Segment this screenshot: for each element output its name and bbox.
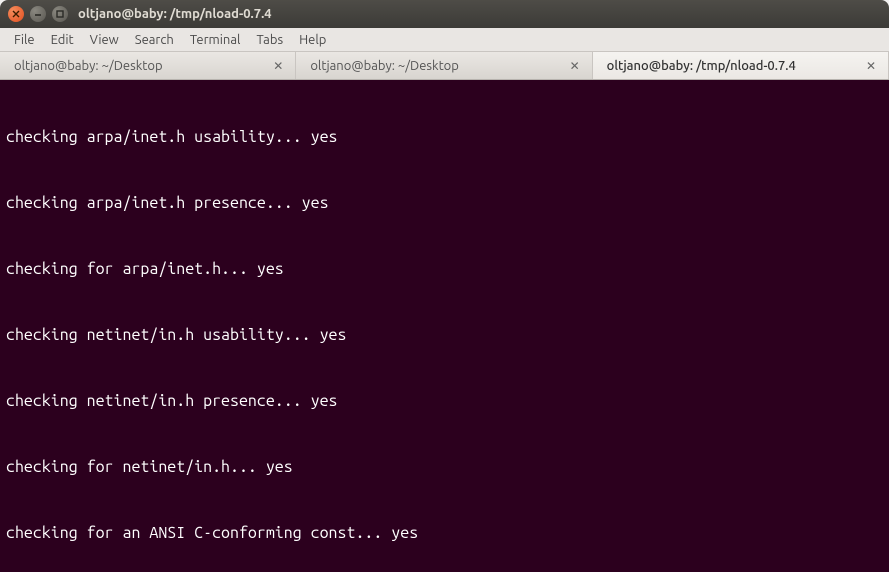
menu-search[interactable]: Search bbox=[127, 31, 182, 49]
close-icon[interactable]: ✕ bbox=[568, 59, 582, 73]
terminal-line: checking arpa/inet.h usability... yes bbox=[6, 126, 887, 148]
terminal-line: checking arpa/inet.h presence... yes bbox=[6, 192, 887, 214]
terminal-tab-3[interactable]: oltjano@baby: /tmp/nload-0.7.4 ✕ bbox=[593, 52, 889, 79]
maximize-icon[interactable] bbox=[52, 6, 68, 22]
menu-tabs[interactable]: Tabs bbox=[248, 31, 291, 49]
menu-help[interactable]: Help bbox=[291, 31, 334, 49]
window-titlebar: oltjano@baby: /tmp/nload-0.7.4 bbox=[0, 0, 889, 28]
terminal-line: checking netinet/in.h presence... yes bbox=[6, 390, 887, 412]
close-icon[interactable]: ✕ bbox=[864, 59, 878, 73]
terminal-tab-1[interactable]: oltjano@baby: ~/Desktop ✕ bbox=[0, 52, 296, 79]
tab-label: oltjano@baby: ~/Desktop bbox=[310, 59, 459, 73]
close-icon[interactable]: ✕ bbox=[271, 59, 285, 73]
window-title: oltjano@baby: /tmp/nload-0.7.4 bbox=[78, 7, 272, 21]
menu-file[interactable]: File bbox=[6, 31, 43, 49]
tab-label: oltjano@baby: ~/Desktop bbox=[14, 59, 163, 73]
menu-view[interactable]: View bbox=[82, 31, 127, 49]
menu-bar: File Edit View Search Terminal Tabs Help bbox=[0, 28, 889, 52]
terminal-tab-2[interactable]: oltjano@baby: ~/Desktop ✕ bbox=[296, 52, 592, 79]
tab-label: oltjano@baby: /tmp/nload-0.7.4 bbox=[607, 59, 796, 73]
minimize-icon[interactable] bbox=[30, 6, 46, 22]
menu-terminal[interactable]: Terminal bbox=[182, 31, 249, 49]
tab-bar: oltjano@baby: ~/Desktop ✕ oltjano@baby: … bbox=[0, 52, 889, 80]
close-icon[interactable] bbox=[8, 6, 24, 22]
terminal-line: checking for arpa/inet.h... yes bbox=[6, 258, 887, 280]
terminal-line: checking netinet/in.h usability... yes bbox=[6, 324, 887, 346]
terminal-line: checking for netinet/in.h... yes bbox=[6, 456, 887, 478]
terminal-line: checking for an ANSI C-conforming const.… bbox=[6, 522, 887, 544]
window-controls bbox=[8, 6, 68, 22]
terminal-viewport[interactable]: checking arpa/inet.h usability... yes ch… bbox=[0, 80, 889, 572]
menu-edit[interactable]: Edit bbox=[43, 31, 82, 49]
